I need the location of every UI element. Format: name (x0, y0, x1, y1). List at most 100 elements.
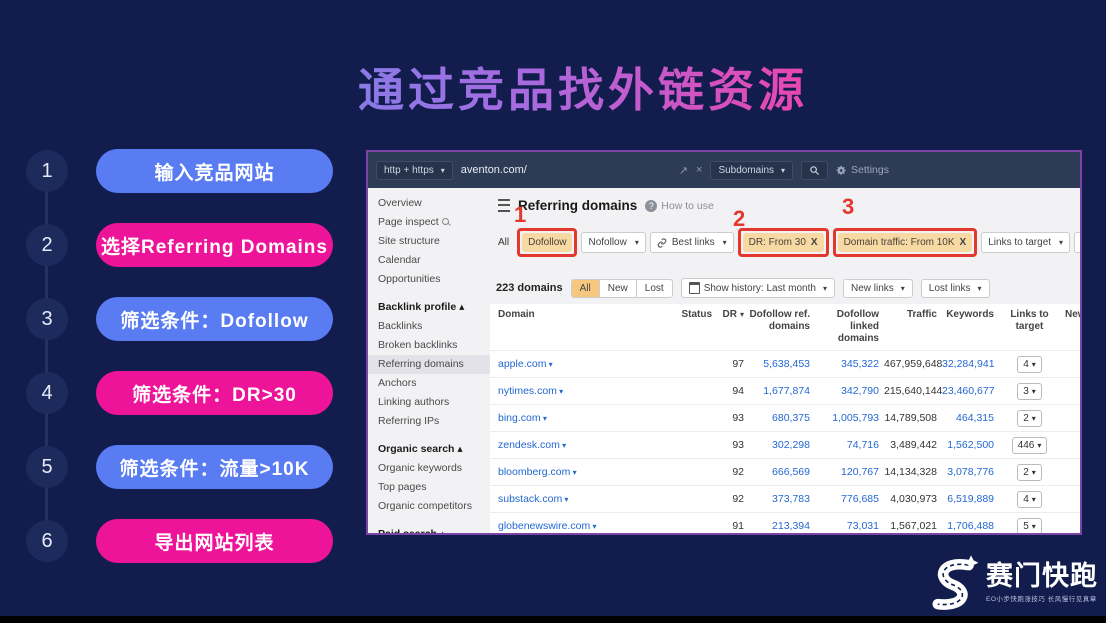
cell-dofollow-linked[interactable]: 342,790 (815, 378, 884, 405)
sidebar-item-broken-backlinks[interactable]: Broken backlinks (368, 336, 490, 355)
filter-all-button[interactable]: All (494, 233, 513, 252)
cell-dofollow-linked[interactable]: 345,322 (815, 351, 884, 378)
col-header-links-to-target[interactable]: Links to target (999, 306, 1065, 351)
cell-dofollow-linked[interactable]: 74,716 (815, 432, 884, 459)
segment-lost[interactable]: Lost (637, 280, 672, 297)
cell-keywords[interactable]: 1,706,488 (942, 513, 999, 536)
sidebar-item-referring-ips[interactable]: Referring IPs (368, 412, 490, 431)
menu-icon[interactable] (498, 199, 510, 212)
brand-name: 赛门快跑 (986, 563, 1098, 590)
col-header-dr-sorted[interactable]: DR (717, 306, 749, 351)
domain-link[interactable]: bloomberg.com (498, 466, 577, 478)
col-header-new[interactable]: New (1065, 306, 1080, 351)
col-header-dofollow-linked[interactable]: Dofollow linked domains (815, 306, 884, 351)
cell-keywords[interactable]: 23,460,677 (942, 378, 999, 405)
sidebar-item-referring-domains[interactable]: Referring domains (368, 355, 490, 374)
domain-link[interactable]: zendesk.com (498, 439, 566, 451)
referring-domains-table: Domain Status DR Dofollow ref. domains D… (490, 306, 1080, 535)
links-to-target-button[interactable]: 5 (1017, 518, 1042, 535)
cell-keywords[interactable]: 3,078,776 (942, 459, 999, 486)
cell-dofollow-ref[interactable]: 5,638,453 (749, 351, 815, 378)
filter-links-to-target-dropdown[interactable]: Links to target (981, 232, 1070, 253)
sidebar-section-backlink-profile[interactable]: Backlink profile ▴ (368, 298, 490, 317)
domain-link[interactable]: globenewswire.com (498, 520, 596, 532)
cell-dofollow-linked[interactable]: 120,767 (815, 459, 884, 486)
cell-traffic: 215,640,144 (884, 378, 942, 405)
sidebar-item-top-pages[interactable]: Top pages (368, 478, 490, 497)
show-history-dropdown[interactable]: Show history: Last month (681, 278, 835, 298)
sidebar-item-site-structure[interactable]: Site structure (368, 232, 490, 251)
cell-traffic: 3,489,442 (884, 432, 942, 459)
sidebar-item-page-inspect[interactable]: Page inspect (368, 213, 490, 232)
cell-keywords[interactable]: 464,315 (942, 405, 999, 432)
cell-dofollow-ref[interactable]: 213,394 (749, 513, 815, 536)
filter-best-links-dropdown[interactable]: Best links (650, 232, 734, 253)
cell-dofollow-ref[interactable]: 302,298 (749, 432, 815, 459)
search-icon (809, 165, 820, 176)
table-row: bing.com 93 680,375 1,005,793 14,789,508… (490, 405, 1080, 432)
cell-dofollow-linked[interactable]: 73,031 (815, 513, 884, 536)
gear-icon (836, 165, 847, 176)
cell-keywords[interactable]: 6,519,889 (942, 486, 999, 513)
sidebar-item-overview[interactable]: Overview (368, 194, 490, 213)
filter-dr-chip[interactable]: DR: From 30 X (743, 233, 824, 252)
col-header-domain[interactable]: Domain (490, 306, 673, 351)
links-to-target-button[interactable]: 2 (1017, 464, 1042, 481)
links-to-target-button[interactable]: 3 (1017, 383, 1042, 400)
cell-dofollow-linked[interactable]: 1,005,793 (815, 405, 884, 432)
cell-dofollow-ref[interactable]: 373,783 (749, 486, 815, 513)
how-to-use-link[interactable]: ? How to use (645, 200, 714, 212)
sidebar-item-linking-authors[interactable]: Linking authors (368, 393, 490, 412)
cell-dofollow-ref[interactable]: 680,375 (749, 405, 815, 432)
cell-status (673, 432, 717, 459)
filter-dofollow-button[interactable]: Dofollow (522, 233, 572, 252)
sidebar-item-opportunities[interactable]: Opportunities (368, 270, 490, 289)
domain-link[interactable]: apple.com (498, 358, 553, 370)
cell-dofollow-ref[interactable]: 666,569 (749, 459, 815, 486)
cell-keywords[interactable]: 32,284,941 (942, 351, 999, 378)
remove-filter-icon[interactable]: X (811, 237, 818, 248)
domain-link[interactable]: substack.com (498, 493, 568, 505)
col-header-traffic[interactable]: Traffic (884, 306, 942, 351)
remove-filter-icon[interactable]: X (960, 237, 967, 248)
sidebar-section-paid-search[interactable]: Paid search ▴ (368, 525, 490, 535)
sidebar-item-anchors[interactable]: Anchors (368, 374, 490, 393)
filter-nofollow-dropdown[interactable]: Nofollow (581, 232, 645, 253)
cell-dofollow-ref[interactable]: 1,677,874 (749, 378, 815, 405)
settings-button[interactable]: Settings (836, 164, 889, 176)
table-row: apple.com 97 5,638,453 345,322 467,959,6… (490, 351, 1080, 378)
cell-dofollow-linked[interactable]: 776,685 (815, 486, 884, 513)
target-url-input[interactable]: aventon.com/ (461, 164, 671, 176)
col-header-dofollow-ref[interactable]: Dofollow ref. domains (749, 306, 815, 351)
filter-traffic-chip[interactable]: Domain traffic: From 10K X (838, 233, 973, 252)
domain-link[interactable]: nytimes.com (498, 385, 563, 397)
segment-all[interactable]: All (572, 280, 600, 297)
links-to-target-button[interactable]: 2 (1017, 410, 1042, 427)
links-to-target-button[interactable]: 4 (1017, 356, 1042, 373)
col-header-status[interactable]: Status (673, 306, 717, 351)
cell-status (673, 459, 717, 486)
table-header-row: Domain Status DR Dofollow ref. domains D… (490, 306, 1080, 351)
domain-link[interactable]: bing.com (498, 412, 547, 424)
subdomains-dropdown[interactable]: Subdomains (710, 161, 793, 180)
keyword-search-box[interactable] (1074, 232, 1080, 253)
settings-label: Settings (851, 164, 889, 176)
annotation-number-1: 1 (514, 204, 526, 226)
lost-links-dropdown[interactable]: Lost links (921, 279, 990, 298)
cell-keywords[interactable]: 1,562,500 (942, 432, 999, 459)
segment-new[interactable]: New (600, 280, 637, 297)
sidebar-item-organic-competitors[interactable]: Organic competitors (368, 497, 490, 516)
sidebar-section-organic-search[interactable]: Organic search ▴ (368, 440, 490, 459)
clear-url-icon[interactable]: × (696, 164, 702, 176)
sidebar-item-calendar[interactable]: Calendar (368, 251, 490, 270)
sidebar-item-backlinks[interactable]: Backlinks (368, 317, 490, 336)
links-to-target-button[interactable]: 4 (1017, 491, 1042, 508)
col-header-keywords[interactable]: Keywords (942, 306, 999, 351)
step-3: 3 筛选条件：Dofollow (0, 297, 360, 341)
links-to-target-button[interactable]: 446 (1012, 437, 1048, 454)
new-links-dropdown[interactable]: New links (843, 279, 913, 298)
sidebar-item-organic-keywords[interactable]: Organic keywords (368, 459, 490, 478)
protocol-dropdown[interactable]: http + https (376, 161, 453, 180)
search-submit-button[interactable] (801, 161, 828, 180)
open-in-new-tab-icon[interactable]: ↗ (679, 164, 688, 177)
